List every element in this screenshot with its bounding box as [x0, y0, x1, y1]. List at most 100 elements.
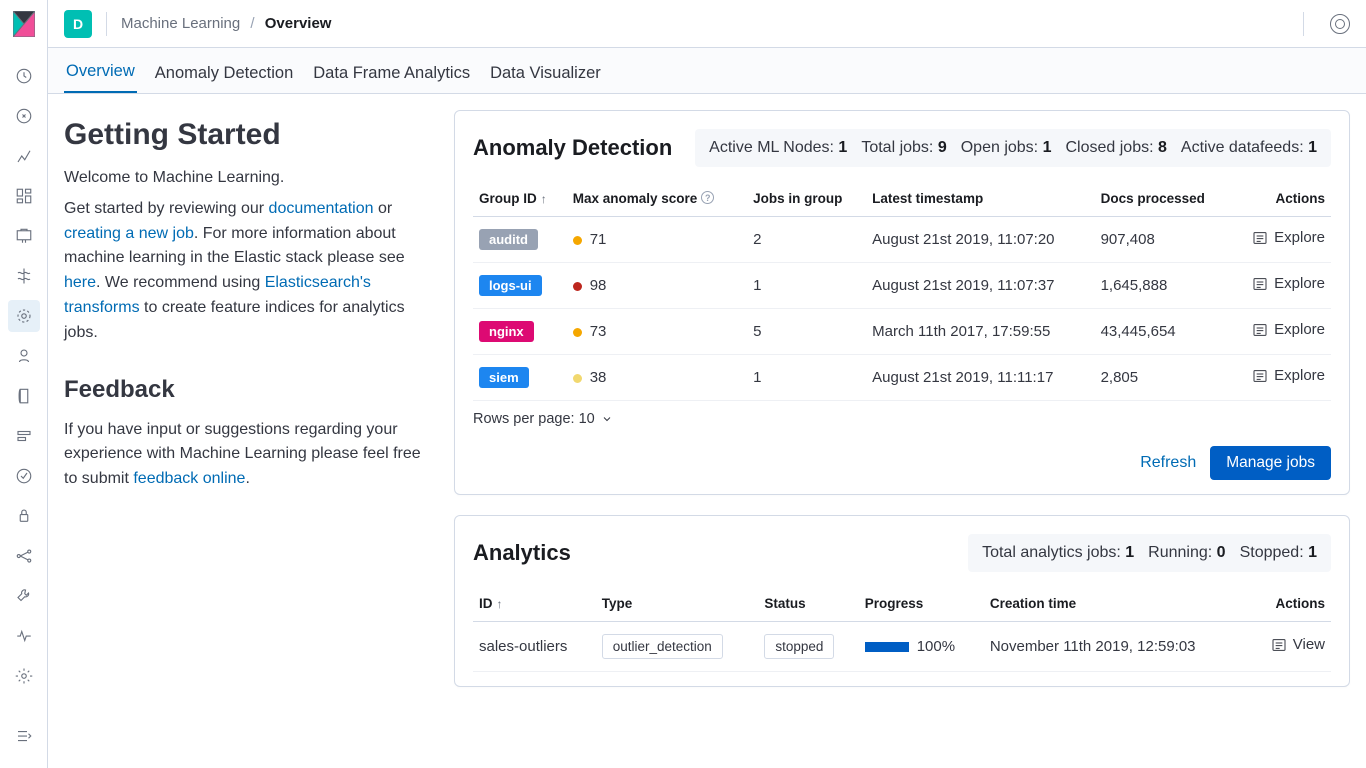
tab-overview[interactable]: Overview	[64, 52, 137, 93]
col-max-score[interactable]: Max anomaly score?	[567, 181, 747, 217]
rows-per-page-selector[interactable]: Rows per page: 10	[473, 411, 613, 427]
nav-management-icon[interactable]	[8, 660, 40, 692]
stat-label: Total analytics jobs:	[982, 544, 1121, 561]
stat-value: 8	[1158, 139, 1167, 156]
score-value: 98	[590, 277, 607, 294]
nav-siem-icon[interactable]	[8, 500, 40, 532]
analytics-panel: Analytics Total analytics jobs: 1 Runnin…	[454, 515, 1350, 687]
refresh-button[interactable]: Refresh	[1140, 454, 1196, 472]
right-column: Anomaly Detection Active ML Nodes: 1 Tot…	[454, 110, 1350, 687]
cell-jobs: 2	[747, 217, 866, 263]
explore-label: Explore	[1274, 275, 1325, 292]
main-content: Getting Started Welcome to Machine Learn…	[48, 94, 1366, 768]
stat-value: 1	[838, 139, 847, 156]
cell-id: sales-outliers	[473, 622, 596, 672]
nav-maps-icon[interactable]	[8, 260, 40, 292]
info-icon[interactable]: ?	[701, 191, 714, 204]
analytics-panel-title: Analytics	[473, 540, 571, 566]
tab-anomaly-detection[interactable]: Anomaly Detection	[153, 54, 296, 93]
col-docs[interactable]: Docs processed	[1095, 181, 1232, 217]
col-group-id[interactable]: Group ID↑	[473, 181, 567, 217]
stat-label: Closed jobs:	[1065, 139, 1153, 156]
stat-value: 1	[1043, 139, 1052, 156]
stat-value: 1	[1308, 544, 1317, 561]
stat-value: 0	[1217, 544, 1226, 561]
type-pill: outlier_detection	[602, 634, 723, 659]
documentation-link[interactable]: documentation	[269, 200, 374, 217]
nav-visualize-icon[interactable]	[8, 140, 40, 172]
manage-jobs-button[interactable]: Manage jobs	[1210, 446, 1331, 480]
breadcrumb-root[interactable]: Machine Learning	[121, 15, 240, 32]
group-badge: siem	[479, 367, 529, 388]
col-progress[interactable]: Progress	[859, 586, 984, 622]
getting-started-title: Getting Started	[64, 118, 434, 152]
stat-value: 9	[938, 139, 947, 156]
col-actions: Actions	[1231, 181, 1331, 217]
list-icon	[1252, 230, 1268, 246]
stat-label: Total jobs:	[861, 139, 933, 156]
score-value: 71	[590, 231, 607, 248]
nav-discover-icon[interactable]	[8, 100, 40, 132]
view-button[interactable]: View	[1271, 636, 1325, 653]
left-nav-rail	[0, 0, 48, 768]
tab-data-frame-analytics[interactable]: Data Frame Analytics	[311, 54, 472, 93]
top-bar: D Machine Learning / Overview	[48, 0, 1366, 48]
nav-monitoring-icon[interactable]	[8, 620, 40, 652]
analytics-table: ID↑ Type Status Progress Creation time A…	[473, 586, 1331, 672]
stat-label: Open jobs:	[961, 139, 1038, 156]
table-row: logs-ui981August 21st 2019, 11:07:371,64…	[473, 263, 1331, 309]
progress-cell: 100%	[865, 638, 978, 655]
kibana-logo[interactable]	[0, 0, 48, 48]
here-link[interactable]: here	[64, 274, 96, 291]
cell-timestamp: August 21st 2019, 11:11:17	[866, 355, 1094, 401]
nav-apm-icon[interactable]	[8, 420, 40, 452]
col-timestamp[interactable]: Latest timestamp	[866, 181, 1094, 217]
divider	[106, 12, 107, 36]
sort-asc-icon: ↑	[497, 597, 503, 611]
stat-value: 1	[1125, 544, 1134, 561]
severity-dot-icon	[573, 374, 582, 383]
text: or	[374, 200, 393, 217]
explore-button[interactable]: Explore	[1252, 367, 1325, 384]
cell-jobs: 5	[747, 309, 866, 355]
feedback-link[interactable]: feedback online	[133, 470, 245, 487]
nav-devtools-icon[interactable]	[8, 580, 40, 612]
explore-button[interactable]: Explore	[1252, 275, 1325, 292]
feedback-title: Feedback	[64, 376, 434, 404]
anomaly-panel-title: Anomaly Detection	[473, 135, 672, 161]
tabs-bar: Overview Anomaly Detection Data Frame An…	[48, 48, 1366, 94]
nav-uptime-icon[interactable]	[8, 460, 40, 492]
list-icon	[1252, 276, 1268, 292]
col-jobs[interactable]: Jobs in group	[747, 181, 866, 217]
col-type[interactable]: Type	[596, 586, 759, 622]
create-job-link[interactable]: creating a new job	[64, 225, 194, 242]
table-row: auditd712August 21st 2019, 11:07:20907,4…	[473, 217, 1331, 263]
cell-docs: 43,445,654	[1095, 309, 1232, 355]
col-id[interactable]: ID↑	[473, 586, 596, 622]
nav-graph-icon[interactable]	[8, 540, 40, 572]
nav-dashboard-icon[interactable]	[8, 180, 40, 212]
explore-button[interactable]: Explore	[1252, 321, 1325, 338]
cell-docs: 907,408	[1095, 217, 1232, 263]
cell-timestamp: August 21st 2019, 11:07:37	[866, 263, 1094, 309]
text: .	[245, 470, 249, 487]
nav-canvas-icon[interactable]	[8, 220, 40, 252]
feedback-body: If you have input or suggestions regardi…	[64, 418, 434, 492]
col-creation[interactable]: Creation time	[984, 586, 1250, 622]
news-feed-icon[interactable]	[1330, 14, 1350, 34]
cell-creation: November 11th 2019, 12:59:03	[984, 622, 1250, 672]
col-status[interactable]: Status	[758, 586, 858, 622]
tab-data-visualizer[interactable]: Data Visualizer	[488, 54, 603, 93]
anomaly-table: Group ID↑ Max anomaly score? Jobs in gro…	[473, 181, 1331, 401]
explore-label: Explore	[1274, 367, 1325, 384]
space-selector[interactable]: D	[64, 10, 92, 38]
cell-docs: 1,645,888	[1095, 263, 1232, 309]
nav-collapse-icon[interactable]	[8, 720, 40, 752]
nav-ml-icon[interactable]	[8, 300, 40, 332]
list-icon	[1271, 637, 1287, 653]
breadcrumb-separator: /	[250, 15, 254, 32]
nav-recent-icon[interactable]	[8, 60, 40, 92]
explore-button[interactable]: Explore	[1252, 229, 1325, 246]
nav-metrics-icon[interactable]	[8, 340, 40, 372]
nav-logs-icon[interactable]	[8, 380, 40, 412]
